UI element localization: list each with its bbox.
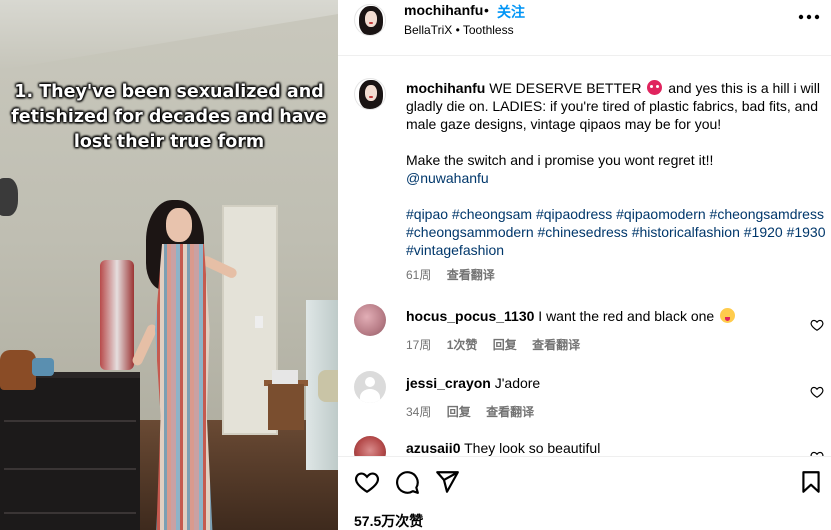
comments-scroll-area[interactable]: mochihanfu WE DESERVE BETTER and yes thi… <box>338 56 831 456</box>
comment-age: 17周 <box>406 338 432 352</box>
avatar-lips <box>369 96 373 98</box>
comment-text: hocus_pocus_1130 I want the red and blac… <box>406 307 737 325</box>
comment-item: hocus_pocus_1130 I want the red and blac… <box>338 304 831 364</box>
caption-paragraph-2: Make the switch and i promise you wont r… <box>406 151 826 187</box>
share-send-icon[interactable] <box>434 469 460 495</box>
comment-text: azusaii0 They look so beautiful <box>406 439 600 456</box>
comment-meta: 17周 1次赞 回复 查看翻译 <box>406 336 592 353</box>
comment-meta: 34周 回复 查看翻译 <box>406 403 546 420</box>
media-drawer-line <box>4 468 136 470</box>
media-side-table <box>268 384 304 430</box>
media-handbag <box>0 350 36 390</box>
follow-button[interactable]: 关注 <box>497 2 525 22</box>
comment-item: azusaii0 They look so beautiful <box>338 436 831 456</box>
comment-age: 34周 <box>406 405 432 419</box>
post-media[interactable]: 1. They've been sexualized and fetishize… <box>0 0 338 530</box>
commenter-avatar[interactable] <box>354 436 386 456</box>
caption-paragraph-1: mochihanfu WE DESERVE BETTER and yes thi… <box>406 79 826 133</box>
comment-translate-link[interactable]: 查看翻译 <box>532 338 580 352</box>
owner-username-link[interactable]: mochihanfu <box>404 2 483 18</box>
post-caption: mochihanfu WE DESERVE BETTER and yes thi… <box>406 79 826 259</box>
comment-body: They look so beautiful <box>464 440 601 456</box>
comment-body: J'adore <box>494 375 541 391</box>
media-wall-clock <box>0 178 18 216</box>
caption-text-start: WE DESERVE BETTER <box>489 80 642 96</box>
caption-age: 61周 <box>406 268 432 282</box>
commenter-username[interactable]: jessi_crayon <box>406 375 491 391</box>
commenter-username[interactable]: azusaii0 <box>406 440 460 456</box>
media-caption: 1. They've been sexualized and fetishize… <box>11 82 327 152</box>
media-drawer-line <box>4 512 136 514</box>
media-lamp <box>32 358 54 376</box>
comment-like-count[interactable]: 1次赞 <box>447 338 478 352</box>
media-hanging-clothes <box>100 260 134 370</box>
caption-meta: 61周 查看翻译 <box>406 266 507 283</box>
comment-like-heart-icon[interactable] <box>810 385 824 399</box>
post-detail-panel: mochihanfu • 关注 BellaTriX • Toothless mo… <box>338 0 831 530</box>
like-heart-icon[interactable] <box>354 469 380 495</box>
comment-reply-button[interactable]: 回复 <box>447 405 471 419</box>
caption-cta: Make the switch and i promise you wont r… <box>406 152 714 168</box>
comment-text: jessi_crayon J'adore <box>406 374 540 392</box>
audio-attribution-link[interactable]: BellaTriX • Toothless <box>404 23 514 37</box>
media-tissue-box <box>272 370 298 384</box>
save-bookmark-icon[interactable] <box>798 469 824 495</box>
more-options-icon[interactable] <box>798 10 820 28</box>
yum-face-emoji-icon <box>720 308 736 323</box>
comment-icon[interactable] <box>394 469 420 495</box>
caption-author-username[interactable]: mochihanfu <box>406 80 485 96</box>
media-outlet <box>255 316 263 328</box>
media-pillow <box>318 370 338 402</box>
comment-reply-button[interactable]: 回复 <box>493 338 517 352</box>
avatar-face <box>365 85 377 101</box>
avatar-lips <box>369 22 373 24</box>
comment-body: I want the red and black one <box>538 308 715 324</box>
comment-like-heart-icon[interactable] <box>810 318 824 332</box>
comment-translate-link[interactable]: 查看翻译 <box>486 405 534 419</box>
commenter-avatar[interactable] <box>354 304 386 336</box>
comment-item: jessi_crayon J'adore 34周 回复 查看翻译 <box>338 371 831 431</box>
commenter-username[interactable]: hocus_pocus_1130 <box>406 308 534 324</box>
media-drawer-line <box>4 420 136 422</box>
caption-author-avatar[interactable] <box>354 78 386 110</box>
post-header: mochihanfu • 关注 BellaTriX • Toothless <box>338 0 831 56</box>
header-separator: • <box>484 2 489 18</box>
caption-translate-link[interactable]: 查看翻译 <box>447 268 495 282</box>
avatar-face <box>365 11 377 27</box>
owner-avatar[interactable] <box>354 4 386 36</box>
media-dresser <box>0 372 140 530</box>
media-person-face <box>166 208 192 242</box>
post-action-bar: 57.5万次赞 <box>338 456 831 530</box>
hashtag-links[interactable]: #qipao #cheongsam #qipaodress #qipaomode… <box>406 205 826 259</box>
post-like-count[interactable]: 57.5万次赞 <box>354 511 423 530</box>
mention-link[interactable]: @nuwahanfu <box>406 169 826 187</box>
angry-face-emoji-icon <box>647 80 663 95</box>
default-avatar-icon[interactable] <box>354 371 386 403</box>
